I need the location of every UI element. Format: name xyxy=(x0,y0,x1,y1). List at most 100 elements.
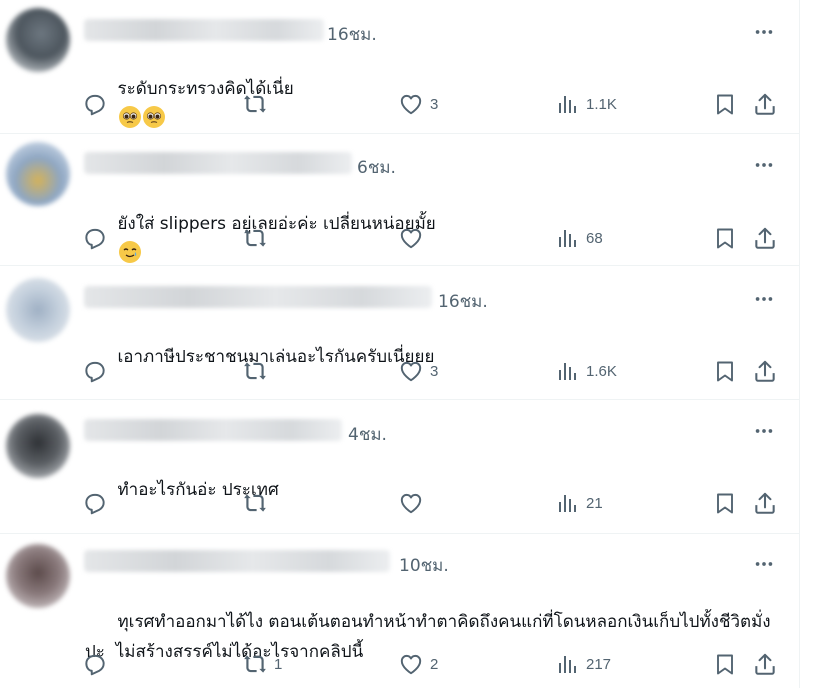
repost-button[interactable] xyxy=(242,356,274,386)
reply-icon xyxy=(85,654,105,676)
views-button[interactable]: 1.6K xyxy=(556,356,617,386)
blurred-username[interactable] xyxy=(84,19,324,41)
view-count: 1.1K xyxy=(586,95,617,113)
bookmark-button[interactable] xyxy=(713,488,737,518)
action-bar: 21 xyxy=(82,488,792,518)
reply-post[interactable]: 6ชม. ยังใส่ slippers อยู่เลยอ่ะค่ะ เปลี่… xyxy=(0,134,800,266)
views-button[interactable]: 68 xyxy=(556,223,603,253)
view-count: 1.6K xyxy=(586,362,617,380)
avatar[interactable] xyxy=(6,8,70,72)
reply-button[interactable] xyxy=(82,356,114,386)
views-button[interactable]: 1.1K xyxy=(556,89,617,119)
share-button[interactable] xyxy=(752,89,778,119)
reply-icon xyxy=(85,493,105,515)
like-count: 3 xyxy=(430,362,439,380)
like-button[interactable] xyxy=(398,488,430,518)
bookmark-button[interactable] xyxy=(713,649,737,679)
repost-button[interactable]: 1 xyxy=(242,649,282,679)
heart-icon xyxy=(400,361,422,382)
share-button[interactable] xyxy=(752,488,778,518)
repost-icon xyxy=(244,95,266,113)
avatar[interactable] xyxy=(6,278,70,342)
repost-button[interactable] xyxy=(242,89,274,119)
views-icon xyxy=(559,363,576,380)
share-icon xyxy=(755,227,775,249)
blurred-username[interactable] xyxy=(84,286,432,308)
bookmark-icon xyxy=(717,361,733,382)
share-icon xyxy=(755,653,775,675)
heart-icon xyxy=(400,654,422,675)
views-button[interactable]: 21 xyxy=(556,488,603,518)
post-time[interactable]: 4ชม. xyxy=(348,421,387,448)
avatar[interactable] xyxy=(6,414,70,478)
reply-button[interactable] xyxy=(82,649,114,679)
bookmark-icon xyxy=(717,493,733,514)
repost-icon xyxy=(244,494,266,512)
reply-post[interactable]: 10ชม. ทุเรศทำออกมาได้ไง ตอนเต้นตอนทำหน้า… xyxy=(0,534,800,688)
reply-icon xyxy=(85,228,105,250)
avatar[interactable] xyxy=(6,142,70,206)
more-icon xyxy=(755,297,773,301)
more-options-button[interactable] xyxy=(752,552,776,576)
avatar[interactable] xyxy=(6,544,70,608)
bookmark-icon xyxy=(717,94,733,115)
blurred-username[interactable] xyxy=(84,152,352,174)
repost-icon xyxy=(244,229,266,247)
reply-button[interactable] xyxy=(82,89,114,119)
post-time[interactable]: 6ชม. xyxy=(357,154,396,181)
bookmark-button[interactable] xyxy=(713,223,737,253)
action-bar: 1 2 217 xyxy=(82,649,792,679)
like-button[interactable] xyxy=(398,223,430,253)
heart-icon xyxy=(400,228,422,249)
repost-button[interactable] xyxy=(242,488,274,518)
share-icon xyxy=(755,93,775,115)
blurred-username[interactable] xyxy=(84,550,390,572)
more-icon xyxy=(755,562,773,566)
reply-icon xyxy=(85,361,105,383)
reply-button[interactable] xyxy=(82,223,114,253)
share-icon xyxy=(755,492,775,514)
like-button[interactable]: 3 xyxy=(398,356,438,386)
repost-icon xyxy=(244,655,266,673)
more-icon xyxy=(755,30,773,34)
repost-button[interactable] xyxy=(242,223,274,253)
view-count: 21 xyxy=(586,494,603,512)
share-button[interactable] xyxy=(752,649,778,679)
share-icon xyxy=(755,360,775,382)
like-button[interactable]: 3 xyxy=(398,89,438,119)
more-icon xyxy=(755,163,773,167)
post-time[interactable]: 16ชม. xyxy=(438,288,488,315)
view-count: 217 xyxy=(586,655,612,673)
action-bar: 68 xyxy=(82,223,792,253)
more-options-button[interactable] xyxy=(752,20,776,44)
views-icon xyxy=(559,96,576,113)
view-count: 68 xyxy=(586,229,603,247)
blurred-username[interactable] xyxy=(84,419,342,441)
comment-feed: 16ชม. ระดับกระทรวงคิดได้เนี่ย 3 1.1K 6ชม… xyxy=(0,0,800,688)
action-bar: 3 1.6K xyxy=(82,356,792,386)
like-count: 3 xyxy=(430,95,439,113)
more-icon xyxy=(755,429,773,433)
share-button[interactable] xyxy=(752,356,778,386)
reply-button[interactable] xyxy=(82,488,114,518)
like-button[interactable]: 2 xyxy=(398,649,438,679)
like-count: 2 xyxy=(430,655,439,673)
reply-icon xyxy=(85,94,105,116)
heart-icon xyxy=(400,493,422,514)
heart-icon xyxy=(400,94,422,115)
views-button[interactable]: 217 xyxy=(556,649,611,679)
bookmark-button[interactable] xyxy=(713,89,737,119)
more-options-button[interactable] xyxy=(752,287,776,311)
views-icon xyxy=(559,656,576,673)
post-time[interactable]: 10ชม. xyxy=(399,552,449,579)
repost-count: 1 xyxy=(274,655,283,673)
bookmark-button[interactable] xyxy=(713,356,737,386)
more-options-button[interactable] xyxy=(752,153,776,177)
reply-post[interactable]: 4ชม. ทำอะไรกันอ่ะ ประเทศ 21 xyxy=(0,400,800,534)
share-button[interactable] xyxy=(752,223,778,253)
reply-post[interactable]: 16ชม. เอาภาษีประชาชนมาเล่นอะไรกันครับเนี… xyxy=(0,266,800,400)
reply-post[interactable]: 16ชม. ระดับกระทรวงคิดได้เนี่ย 3 1.1K xyxy=(0,0,800,134)
more-options-button[interactable] xyxy=(752,419,776,443)
repost-icon xyxy=(244,362,266,380)
views-icon xyxy=(559,495,576,512)
